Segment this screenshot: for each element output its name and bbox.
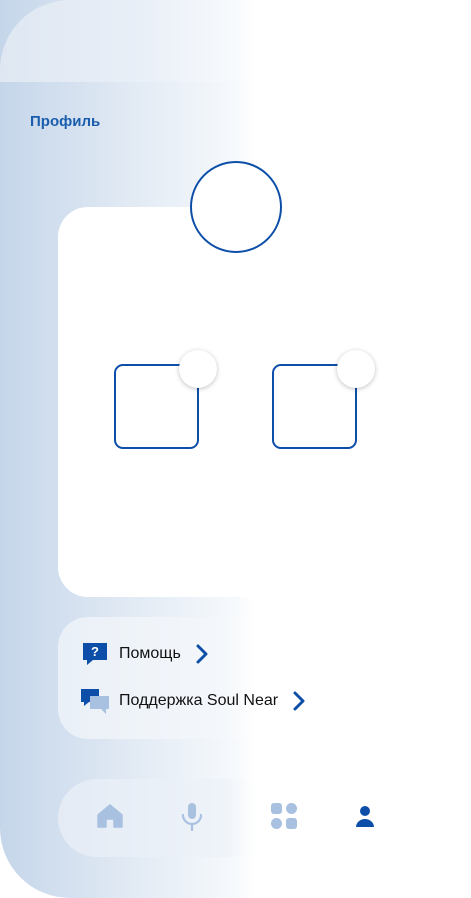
photo-slot-2-add-button[interactable] — [337, 350, 375, 388]
menu-item-help[interactable]: ? Помощь — [80, 638, 209, 670]
chevron-right-icon — [292, 690, 306, 712]
svg-text:?: ? — [91, 644, 99, 659]
chevron-right-icon — [195, 643, 209, 665]
menu-item-support[interactable]: Поддержка Soul Near — [80, 685, 306, 717]
microphone-icon — [180, 801, 204, 836]
menu-item-label: Помощь — [119, 645, 181, 662]
nav-voice[interactable] — [174, 800, 210, 836]
photo-slot-1-add-button[interactable] — [179, 350, 217, 388]
menu-card — [58, 617, 471, 739]
user-icon — [354, 804, 376, 833]
apps-grid-icon — [270, 802, 298, 835]
chat-bubbles-icon — [80, 686, 110, 716]
nav-profile[interactable] — [347, 800, 383, 836]
top-bar — [0, 0, 471, 82]
nav-home[interactable] — [92, 800, 128, 836]
page-title: Профиль — [30, 113, 101, 130]
menu-item-label: Поддержка Soul Near — [119, 692, 279, 709]
home-icon — [96, 803, 124, 834]
nav-apps[interactable] — [266, 800, 302, 836]
avatar[interactable] — [190, 161, 282, 253]
question-chat-icon: ? — [80, 639, 110, 669]
